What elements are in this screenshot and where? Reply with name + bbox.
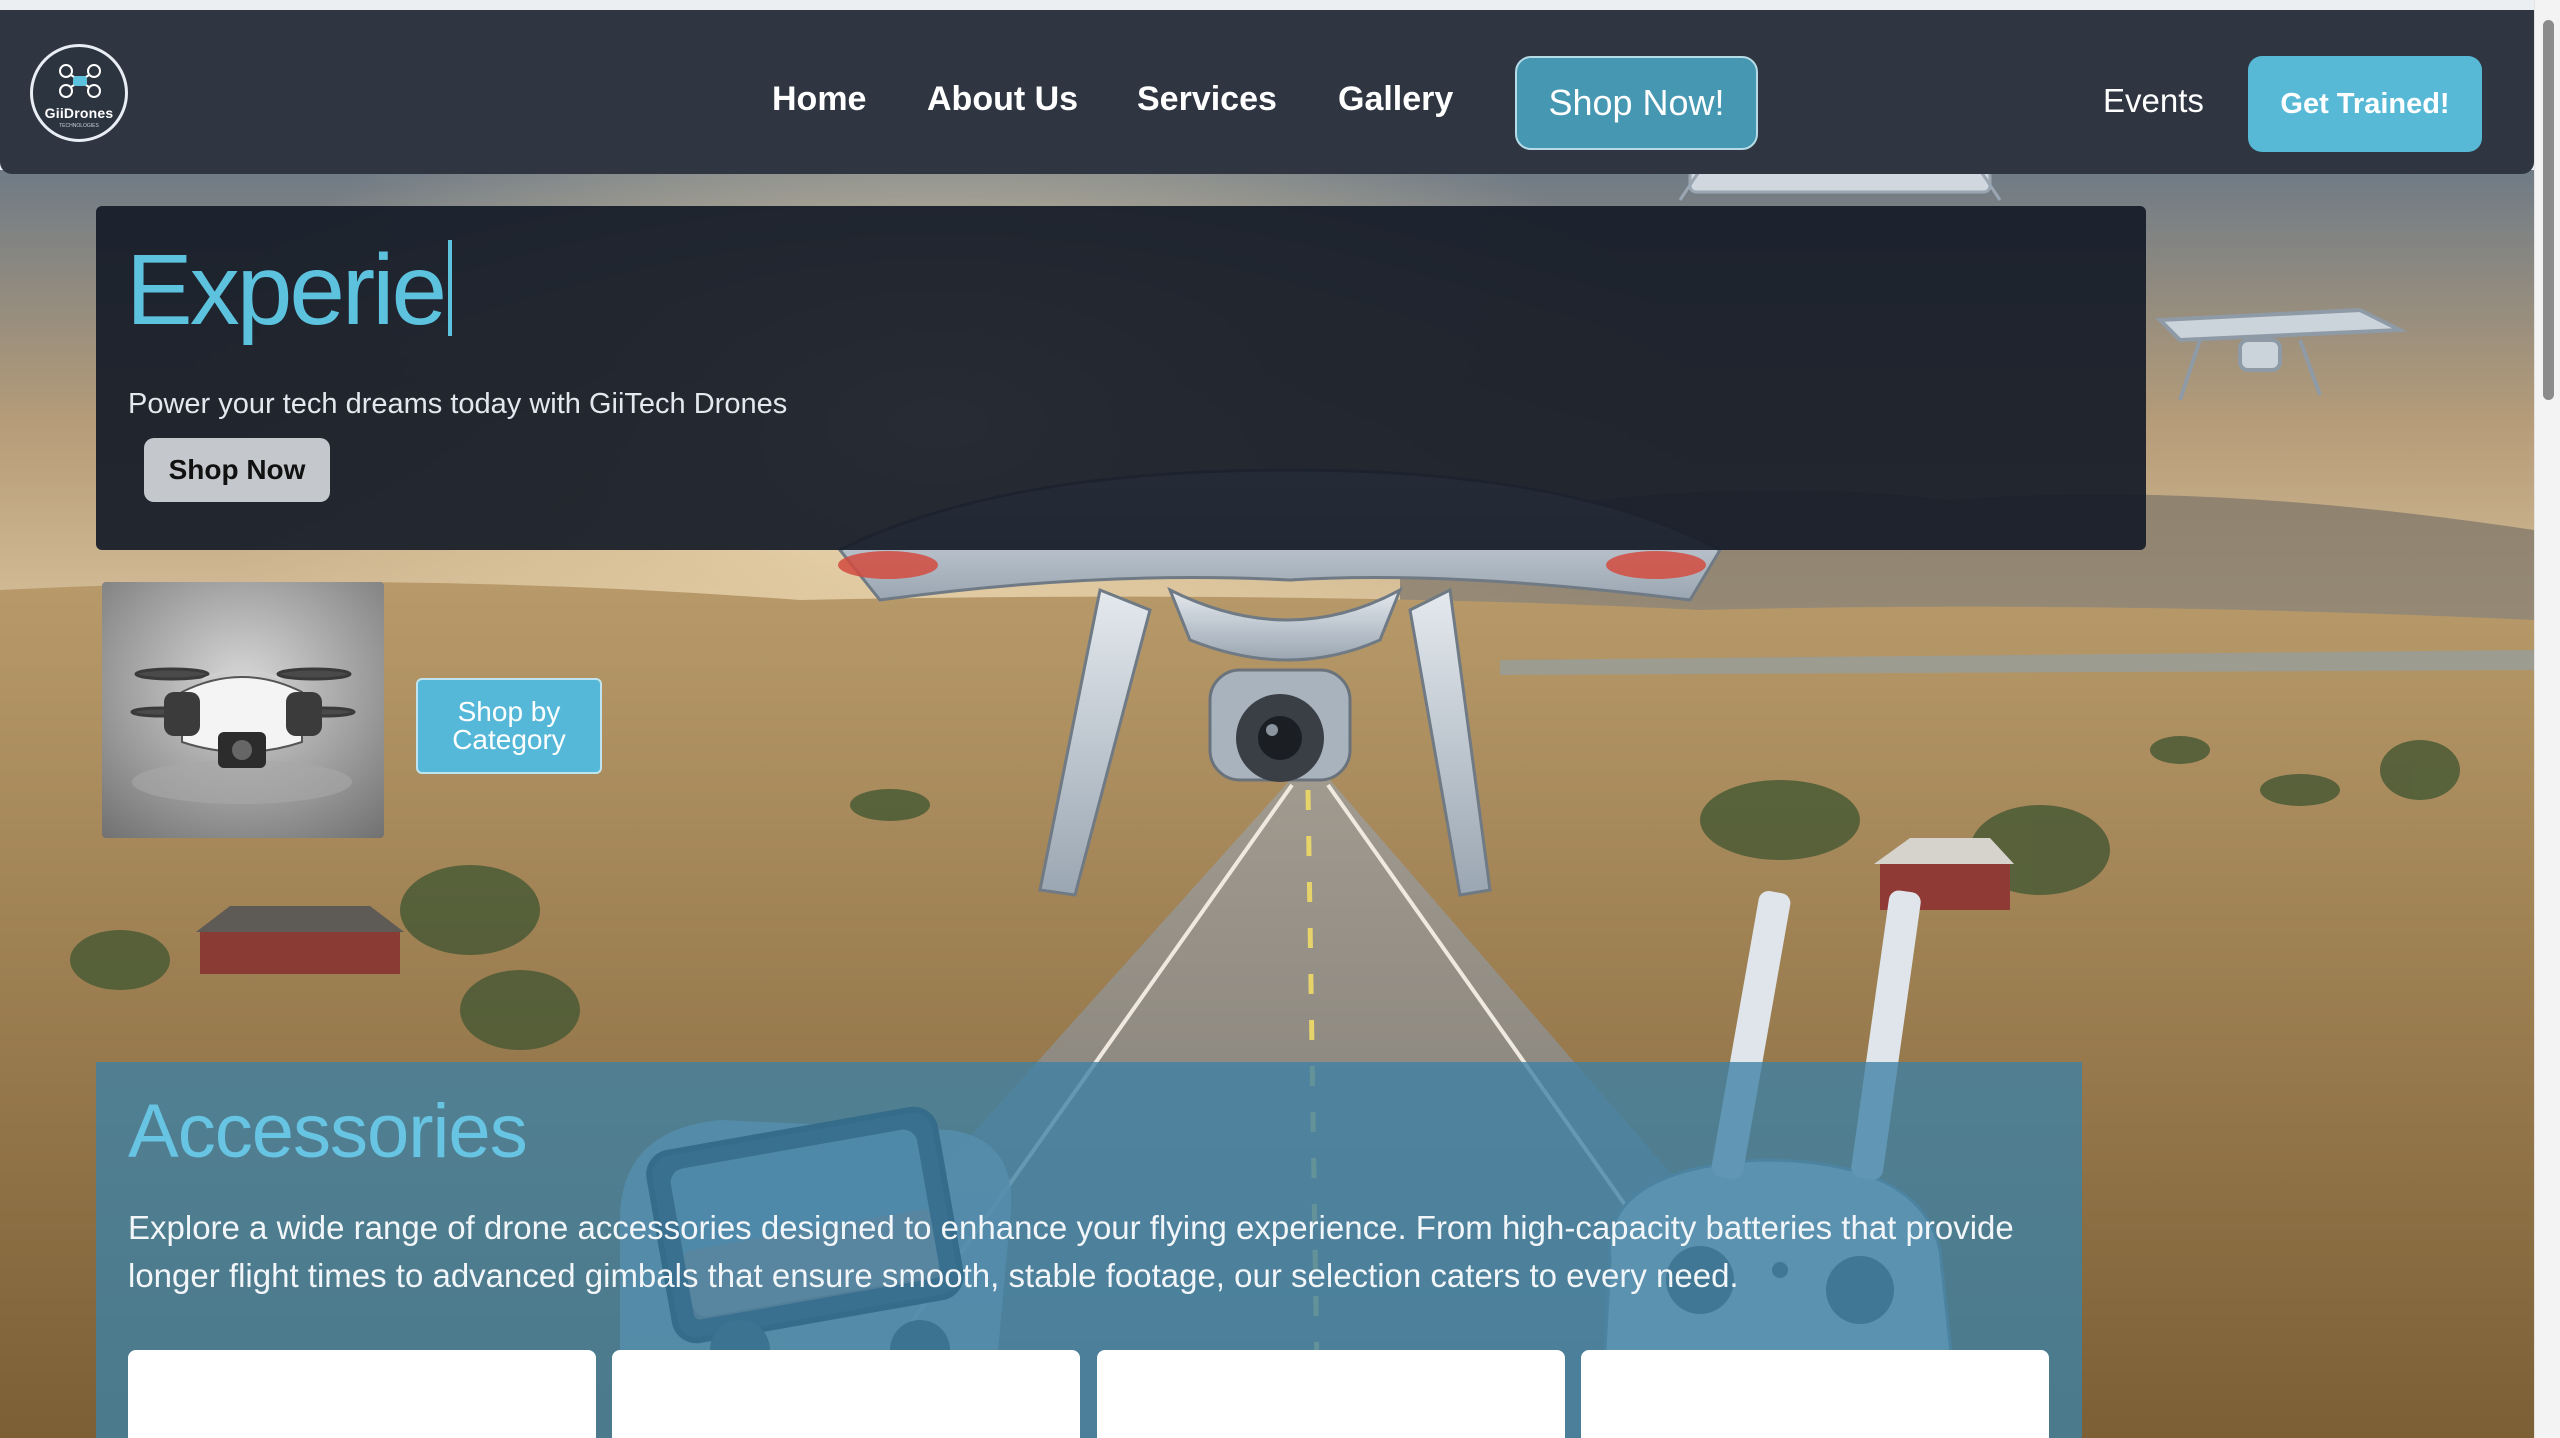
nav-link-services[interactable]: Services	[1137, 82, 1277, 116]
nav-link-about-us[interactable]: About Us	[927, 82, 1078, 116]
typing-caret	[448, 240, 453, 336]
drone-logo-icon	[59, 64, 101, 98]
accessories-title: Accessories	[128, 1089, 528, 1174]
hero-subtitle: Power your tech dreams today with GiiTec…	[128, 388, 788, 420]
nav-link-home[interactable]: Home	[772, 82, 866, 116]
hero-heading-typed-text: Experie	[126, 234, 447, 346]
nav-link-events[interactable]: Events	[2103, 84, 2204, 117]
page-scrollbar[interactable]	[2534, 0, 2560, 1438]
accessory-card[interactable]	[612, 1350, 1080, 1438]
top-navbar: GiiDrones TECHNOLOGIES Home About Us Ser…	[0, 10, 2534, 174]
page-viewport: GiiDrones TECHNOLOGIES Home About Us Ser…	[0, 0, 2534, 1438]
scrollbar-thumb[interactable]	[2543, 20, 2554, 400]
accessory-card[interactable]	[1581, 1350, 2049, 1438]
get-trained-button[interactable]: Get Trained!	[2248, 56, 2482, 152]
accessories-section: Accessories Explore a wide range of dron…	[96, 1062, 2082, 1438]
hero-card: Experie Power your tech dreams today wit…	[96, 206, 2146, 550]
logo-tagline: TECHNOLOGIES	[59, 123, 99, 129]
hero-heading: Experie	[126, 240, 453, 340]
accessory-card[interactable]	[1097, 1350, 1565, 1438]
hero-shop-now-button[interactable]: Shop Now	[144, 438, 330, 502]
quadcopter-product-image	[102, 582, 384, 838]
brand-logo[interactable]: GiiDrones TECHNOLOGIES	[30, 44, 128, 142]
nav-link-gallery[interactable]: Gallery	[1338, 82, 1453, 116]
logo-brand-name: GiiDrones	[44, 105, 114, 121]
product-thumbnail[interactable]	[102, 582, 384, 838]
accessories-description: Explore a wide range of drone accessorie…	[128, 1209, 2014, 1294]
shop-by-category-button[interactable]: Shop by Category	[416, 678, 602, 774]
nav-shop-now-button[interactable]: Shop Now!	[1515, 56, 1758, 150]
accessory-card[interactable]	[128, 1350, 596, 1438]
